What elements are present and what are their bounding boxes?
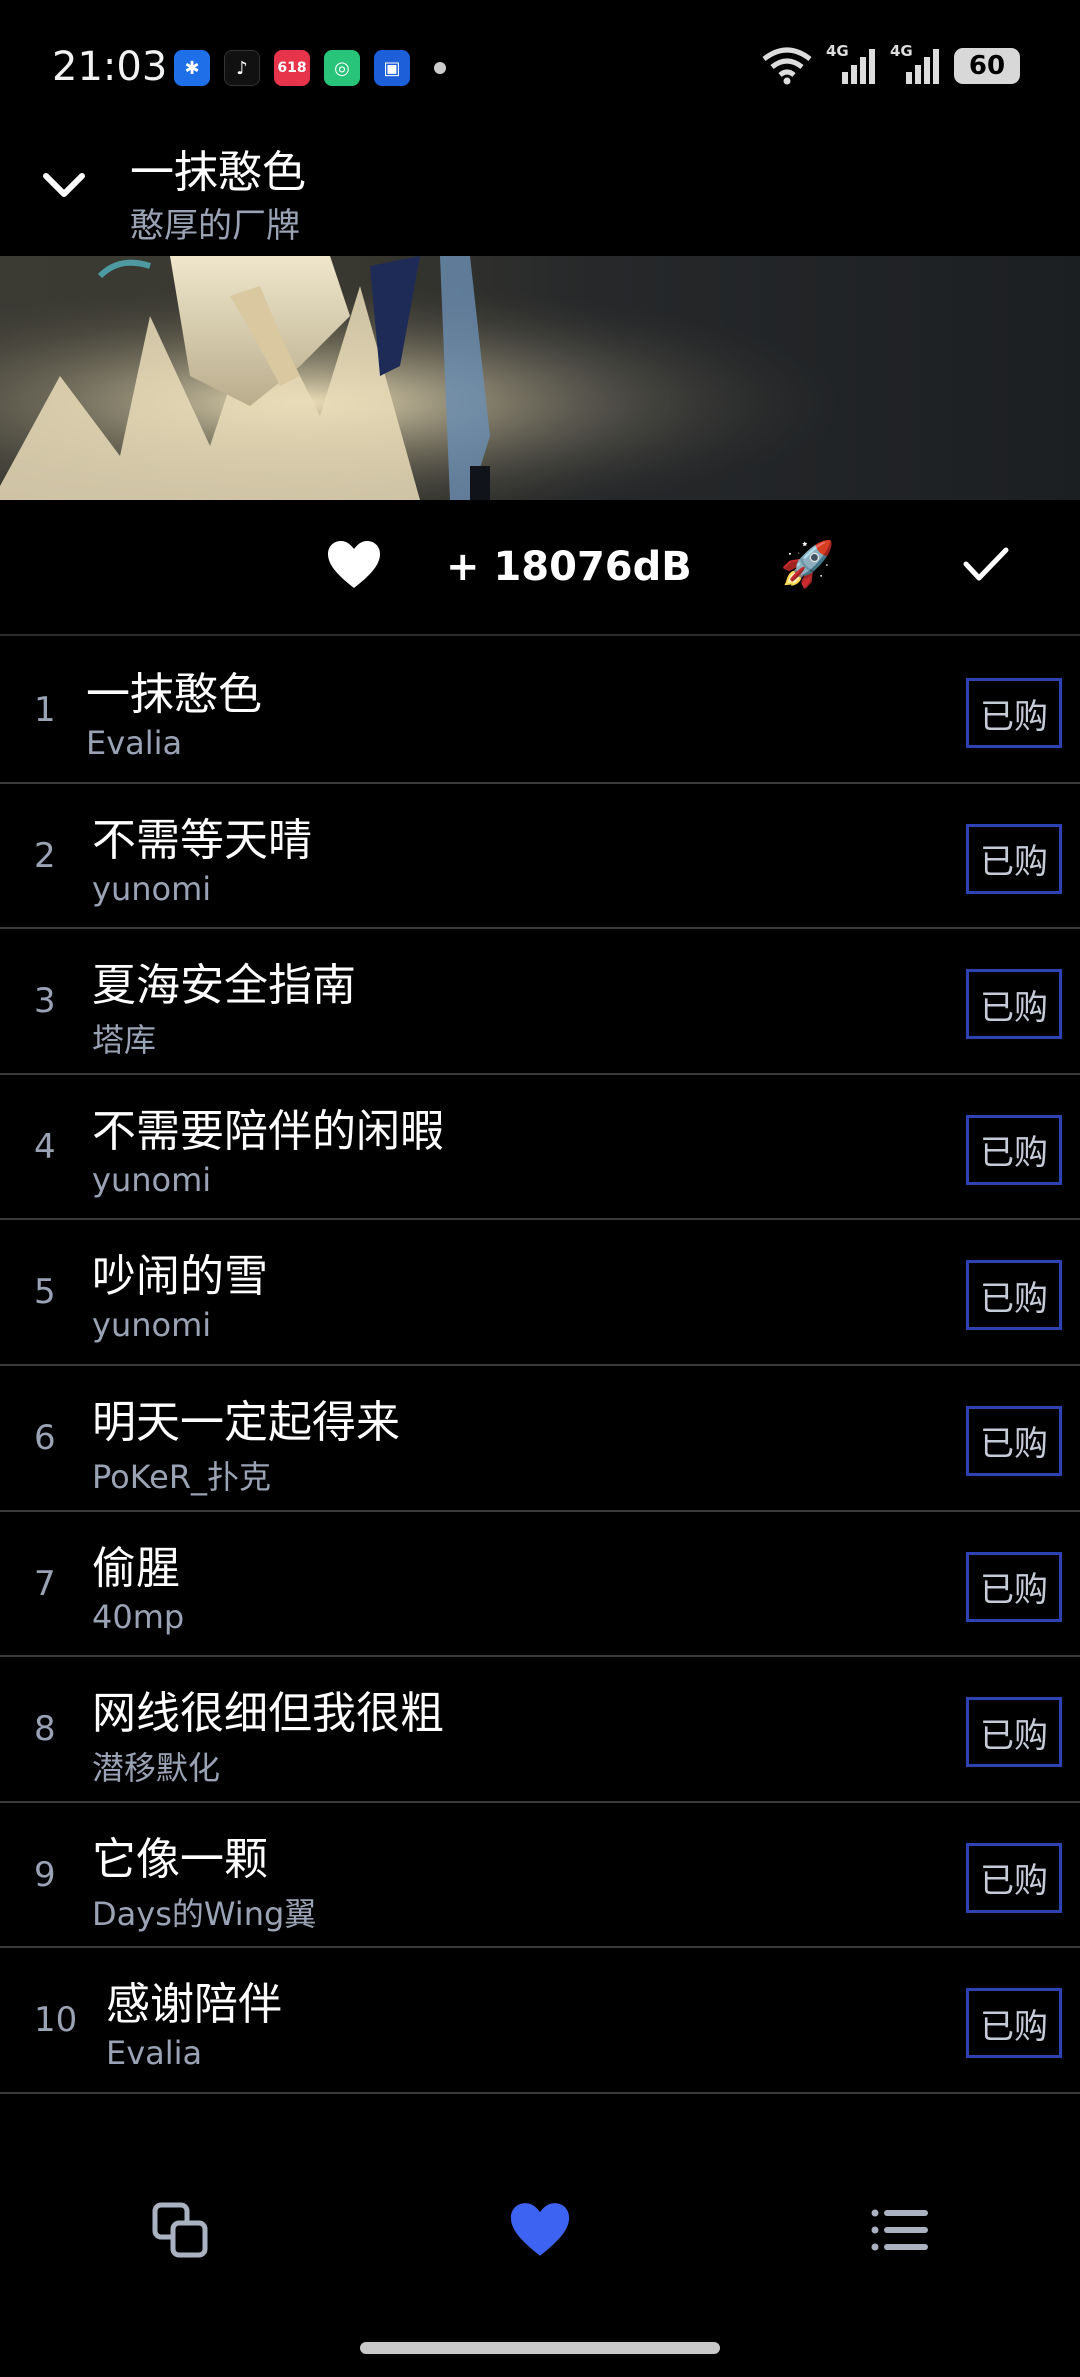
track-title: 明天一定起得来 (92, 1396, 400, 1448)
purchased-badge[interactable]: 已购 (966, 1551, 1062, 1622)
status-bar: 21:03 ✱ ♪ 618 ◎ ▣ 4G 4G 60 (0, 0, 1080, 120)
track-number: 8 (34, 1709, 56, 1750)
track-artist[interactable]: yunomi (92, 1161, 211, 1199)
track-row[interactable]: 2 不需等天晴 yunomi 已购 (0, 784, 1080, 930)
track-artist[interactable]: Evalia (106, 2034, 202, 2072)
purchased-badge[interactable]: 已购 (966, 1988, 1062, 2059)
track-artist[interactable]: PoKeR_扑克 (92, 1452, 271, 1498)
wifi-icon (762, 47, 812, 85)
track-title: 偷腥 (92, 1542, 180, 1594)
track-row[interactable]: 8 网线很细但我很粗 潜移默化 已购 (0, 1657, 1080, 1803)
track-number: 5 (34, 1272, 56, 1313)
rocket-boost-button[interactable]: 🚀 (780, 538, 835, 590)
track-row[interactable]: 5 吵闹的雪 yunomi 已购 (0, 1220, 1080, 1366)
album-title: 一抹憨色 (130, 147, 306, 198)
bottom-nav (0, 2190, 1080, 2300)
purchased-badge[interactable]: 已购 (966, 823, 1062, 894)
signal-icon-2: 4G (890, 42, 940, 86)
app-blue-star-icon: ✱ (174, 50, 210, 86)
app-blue-square-icon: ▣ (374, 50, 410, 86)
album-label-name[interactable]: 憨厚的厂牌 (130, 198, 300, 247)
track-list: 1 一抹憨色 Evalia 已购 2 不需等天晴 yunomi 已购 3 夏海安… (0, 638, 1080, 2094)
collapse-button[interactable] (34, 156, 94, 216)
signal-icon-1: 4G (826, 42, 876, 86)
status-time: 21:03 (52, 44, 168, 90)
track-row[interactable]: 3 夏海安全指南 塔库 已购 (0, 929, 1080, 1075)
nav-copy-button[interactable] (140, 2190, 220, 2270)
nav-favorite-button[interactable] (500, 2190, 580, 2270)
app-red-618-icon: 618 (274, 50, 310, 86)
home-indicator[interactable] (360, 2342, 720, 2354)
track-row[interactable]: 6 明天一定起得来 PoKeR_扑克 已购 (0, 1366, 1080, 1512)
purchased-badge[interactable]: 已购 (966, 1114, 1062, 1185)
like-button[interactable] (326, 540, 386, 596)
track-number: 10 (34, 2000, 78, 2041)
notification-dot-icon (434, 62, 446, 74)
purchased-badge[interactable]: 已购 (966, 1260, 1062, 1331)
track-title: 夏海安全指南 (92, 960, 356, 1012)
track-title: 不需等天晴 (92, 814, 312, 866)
track-artist[interactable]: 塔库 (92, 1015, 156, 1061)
purchased-badge[interactable]: 已购 (966, 1697, 1062, 1768)
app-green-camera-icon: ◎ (324, 50, 360, 86)
purchased-check-button[interactable] (962, 544, 1014, 590)
track-number: 2 (34, 835, 56, 876)
track-number: 3 (34, 981, 56, 1022)
album-header: 一抹憨色 憨厚的厂牌 (0, 120, 1080, 256)
track-number: 1 (34, 690, 56, 730)
purchased-badge[interactable]: 已购 (966, 969, 1062, 1040)
track-artist[interactable]: Days的Wing翼 (92, 1889, 316, 1935)
purchased-badge[interactable]: 已购 (966, 678, 1062, 748)
track-artist[interactable]: 潜移默化 (92, 1743, 220, 1789)
list-menu-icon (871, 2209, 928, 2251)
status-indicators: 4G 4G 60 (762, 42, 1020, 86)
track-number: 9 (34, 1854, 56, 1895)
track-number: 4 (34, 1126, 56, 1167)
album-action-bar: + 18076dB 🚀 (0, 500, 1080, 636)
track-title: 不需要陪伴的闲暇 (92, 1105, 444, 1157)
track-title: 感谢陪伴 (106, 1979, 282, 2031)
checkmark-icon (963, 547, 1009, 581)
track-row[interactable]: 1 一抹憨色 Evalia 已购 (0, 638, 1080, 784)
track-title: 一抹憨色 (86, 669, 262, 720)
track-number: 6 (34, 1417, 56, 1458)
track-number: 7 (34, 1563, 56, 1604)
track-row[interactable]: 9 它像一颗 Days的Wing翼 已购 (0, 1803, 1080, 1949)
status-app-icons: ✱ ♪ 618 ◎ ▣ (174, 50, 446, 86)
track-artist[interactable]: 40mp (92, 1598, 184, 1636)
track-artist[interactable]: yunomi (92, 1306, 211, 1344)
track-artist[interactable]: yunomi (92, 870, 211, 908)
chevron-down-icon (43, 173, 85, 197)
nav-list-button[interactable] (860, 2190, 940, 2270)
purchased-badge[interactable]: 已购 (966, 1405, 1062, 1476)
track-title: 吵闹的雪 (92, 1251, 268, 1303)
track-row[interactable]: 4 不需要陪伴的闲暇 yunomi 已购 (0, 1075, 1080, 1221)
tiktok-icon: ♪ (224, 50, 260, 86)
track-title: 它像一颗 (92, 1833, 268, 1885)
track-artist[interactable]: Evalia (86, 724, 182, 762)
decibel-count: + 18076dB (446, 544, 692, 590)
album-screen: 21:03 ✱ ♪ 618 ◎ ▣ 4G 4G 60 一抹憨色 憨厚的厂牌 + … (0, 0, 1080, 2377)
track-row[interactable]: 10 感谢陪伴 Evalia 已购 (0, 1948, 1080, 2094)
heart-icon (328, 541, 380, 588)
anime-girl-artwork (0, 256, 1080, 500)
album-cover-image (0, 256, 1080, 500)
battery-indicator: 60 (954, 48, 1020, 84)
heart-icon (510, 2203, 570, 2256)
track-title: 网线很细但我很粗 (92, 1688, 444, 1740)
copy-layers-icon (152, 2202, 208, 2258)
track-row[interactable]: 7 偷腥 40mp 已购 (0, 1512, 1080, 1658)
purchased-badge[interactable]: 已购 (966, 1842, 1062, 1913)
